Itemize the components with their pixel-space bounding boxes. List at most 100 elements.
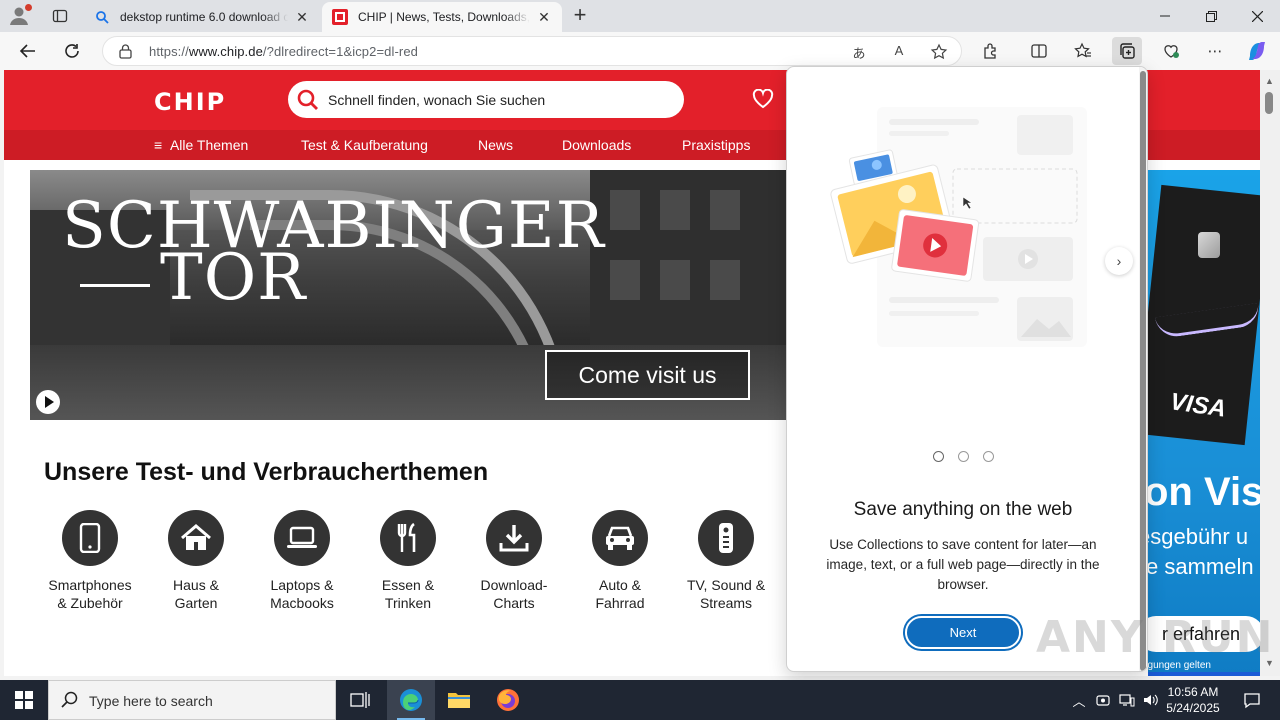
- chip-favicon: [332, 9, 348, 25]
- tab-title: dekstop runtime 6.0 download cl: [120, 10, 288, 24]
- topic-download-charts[interactable]: Download- Charts: [464, 510, 564, 612]
- flyout-title: Save anything on the web: [853, 499, 1073, 520]
- profile-icon[interactable]: [8, 4, 34, 28]
- ad-line1: esgebühr u: [1148, 524, 1249, 549]
- edge-taskbar-icon[interactable]: [387, 680, 435, 720]
- address-bar[interactable]: https://www.chip.de/?dlredirect=1&icp2=d…: [102, 36, 962, 66]
- favorites-icon[interactable]: [1068, 37, 1098, 65]
- more-options-icon[interactable]: ⋯: [1200, 37, 1230, 65]
- tray-app-icon[interactable]: [1094, 680, 1112, 720]
- tab-title: CHIP | News, Tests, Downloads, T: [358, 10, 530, 24]
- notification-icon[interactable]: [1232, 680, 1272, 720]
- translate-icon[interactable]: あ: [849, 43, 869, 61]
- car-icon: [592, 510, 648, 566]
- browser-essentials-icon[interactable]: [1156, 37, 1186, 65]
- nav-test-kaufberatung[interactable]: Test & Kaufberatung: [301, 137, 428, 153]
- close-window-button[interactable]: [1234, 0, 1280, 32]
- ad-line2: e sammeln: [1148, 554, 1254, 579]
- dot-1[interactable]: [932, 451, 944, 462]
- tab-chip[interactable]: CHIP | News, Tests, Downloads, T ✕: [322, 2, 562, 32]
- collections-illustration: [830, 107, 1087, 347]
- scroll-thumb[interactable]: [1265, 92, 1273, 114]
- task-view-icon[interactable]: [336, 680, 384, 720]
- page-scrollbar[interactable]: ▲ ▼: [1260, 70, 1280, 676]
- minimize-button[interactable]: [1142, 0, 1188, 32]
- hero-heading-line2: TOR: [160, 241, 307, 315]
- carousel-next-icon[interactable]: ›: [1105, 247, 1133, 275]
- copilot-icon[interactable]: [1242, 37, 1272, 65]
- house-icon: [168, 510, 224, 566]
- topic-auto-fahrrad[interactable]: Auto & Fahrrad: [570, 510, 670, 612]
- lock-icon[interactable]: [119, 44, 132, 64]
- topic-label: Haus & Garten: [173, 577, 219, 611]
- collections-flyout: › Save anything on the web Use Collectio…: [786, 66, 1148, 672]
- carousel-dots: [787, 449, 1139, 467]
- watermark: ANY RUN: [1036, 612, 1275, 663]
- nav-praxistipps[interactable]: Praxistipps: [682, 137, 750, 153]
- dot-2[interactable]: [957, 451, 969, 462]
- clock-date: 5/24/2025: [1166, 701, 1220, 715]
- extensions-icon[interactable]: [976, 37, 1006, 65]
- topic-laptops[interactable]: Laptops & Macbooks: [252, 510, 352, 612]
- close-tab-icon[interactable]: ✕: [536, 9, 552, 25]
- browser-toolbar: https://www.chip.de/?dlredirect=1&icp2=d…: [0, 32, 1280, 70]
- start-button[interactable]: [0, 680, 48, 720]
- ad-bottom-bar: [1148, 672, 1260, 676]
- dot-3[interactable]: [982, 451, 994, 462]
- nav-news[interactable]: News: [478, 137, 513, 153]
- come-visit-button[interactable]: Come visit us: [545, 350, 750, 400]
- download-icon: [486, 510, 542, 566]
- close-tab-icon[interactable]: ✕: [294, 9, 310, 25]
- flyout-scrollbar[interactable]: [1139, 67, 1147, 671]
- collections-icon[interactable]: [1112, 37, 1142, 65]
- split-screen-icon[interactable]: [1024, 37, 1054, 65]
- smartphone-icon: [62, 510, 118, 566]
- tab-actions-icon[interactable]: [46, 4, 74, 28]
- restore-button[interactable]: [1188, 0, 1234, 32]
- back-button[interactable]: [13, 37, 43, 65]
- tray-chevron-icon[interactable]: ︿: [1068, 680, 1090, 720]
- hero-heading-line1: SCHWABINGER: [62, 189, 605, 263]
- new-tab-button[interactable]: +: [566, 4, 594, 28]
- file-explorer-icon[interactable]: [435, 680, 483, 720]
- search-icon: [94, 9, 110, 25]
- taskbar-search-placeholder: Type here to search: [89, 693, 213, 709]
- notification-dot: [25, 4, 32, 11]
- chip-logo[interactable]: CHIP: [154, 88, 226, 116]
- topic-label: Smartphones & Zubehör: [48, 577, 132, 611]
- nav-downloads[interactable]: Downloads: [562, 137, 631, 153]
- topic-tv-sound[interactable]: TV, Sound & Streams: [676, 510, 776, 612]
- windows-icon: [15, 691, 33, 709]
- heart-icon[interactable]: [752, 88, 774, 114]
- refresh-button[interactable]: [57, 37, 87, 65]
- taskbar-search[interactable]: Type here to search: [48, 680, 336, 720]
- firefox-icon[interactable]: [484, 680, 532, 720]
- ad-headline: zon Vis: [1148, 470, 1260, 514]
- topic-label: TV, Sound & Streams: [686, 577, 766, 611]
- next-button[interactable]: Next: [905, 616, 1021, 649]
- laptop-icon: [274, 510, 330, 566]
- hero-banner[interactable]: SCHWABINGER TOR Come visit us: [30, 170, 786, 420]
- remote-icon: [698, 510, 754, 566]
- tab-strip: dekstop runtime 6.0 download cl ✕ CHIP |…: [0, 0, 1280, 32]
- play-icon[interactable]: [36, 390, 60, 414]
- search-input[interactable]: Schnell finden, wonach Sie suchen: [288, 81, 684, 118]
- topic-haus-garten[interactable]: Haus & Garten: [146, 510, 246, 612]
- read-aloud-icon[interactable]: A: [889, 43, 909, 61]
- tab-search[interactable]: dekstop runtime 6.0 download cl ✕: [84, 2, 320, 32]
- amazon-visa-ad[interactable]: VISA zon Vis esgebühr u e sammeln r erfa…: [1148, 170, 1260, 676]
- network-icon[interactable]: [1116, 680, 1138, 720]
- favorite-star-icon[interactable]: [929, 43, 949, 61]
- search-placeholder: Schnell finden, wonach Sie suchen: [328, 92, 546, 108]
- search-icon: [296, 88, 320, 117]
- hero-dash: [80, 284, 150, 287]
- flyout-description: Use Collections to save content for late…: [826, 537, 1100, 592]
- clock-time: 10:56 AM: [1167, 685, 1219, 699]
- nav-all-topics[interactable]: ≡ Alle Themen: [154, 137, 248, 153]
- topic-label: Essen & Trinken: [381, 577, 435, 611]
- topic-smartphones[interactable]: Smartphones & Zubehör: [40, 510, 140, 612]
- topic-essen-trinken[interactable]: Essen & Trinken: [358, 510, 458, 612]
- scroll-up-icon[interactable]: ▲: [1265, 76, 1274, 86]
- clock[interactable]: 10:56 AM 5/24/2025: [1158, 684, 1228, 716]
- topic-label: Auto & Fahrrad: [595, 577, 645, 611]
